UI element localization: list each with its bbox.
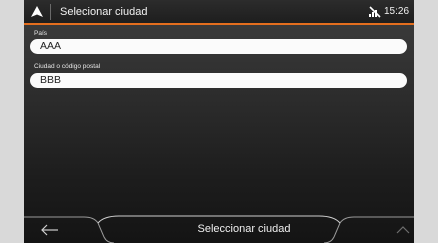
country-field[interactable]: AAA <box>30 39 407 54</box>
city-field[interactable]: BBB <box>30 73 407 88</box>
clock: 15:26 <box>384 6 410 17</box>
back-button[interactable] <box>32 219 72 241</box>
scroll-up-button[interactable] <box>392 219 414 241</box>
navigation-arrow-icon[interactable] <box>30 5 44 19</box>
header-bar: Selecionar ciudad 15:26 <box>24 0 414 25</box>
bottom-bar: Seleccionar ciudad <box>24 215 414 243</box>
city-label: Ciudad o código postal <box>34 63 101 70</box>
page-title: Selecionar ciudad <box>60 6 148 18</box>
arrow-left-icon <box>41 224 58 236</box>
header-divider <box>50 4 51 20</box>
country-label: País <box>34 30 48 37</box>
no-signal-icon <box>369 6 381 18</box>
select-city-button[interactable]: Seleccionar ciudad <box>96 215 392 243</box>
chevron-up-icon <box>396 226 410 234</box>
nav-screen: Selecionar ciudad 15:26 País AAA Ciudad … <box>24 0 414 243</box>
